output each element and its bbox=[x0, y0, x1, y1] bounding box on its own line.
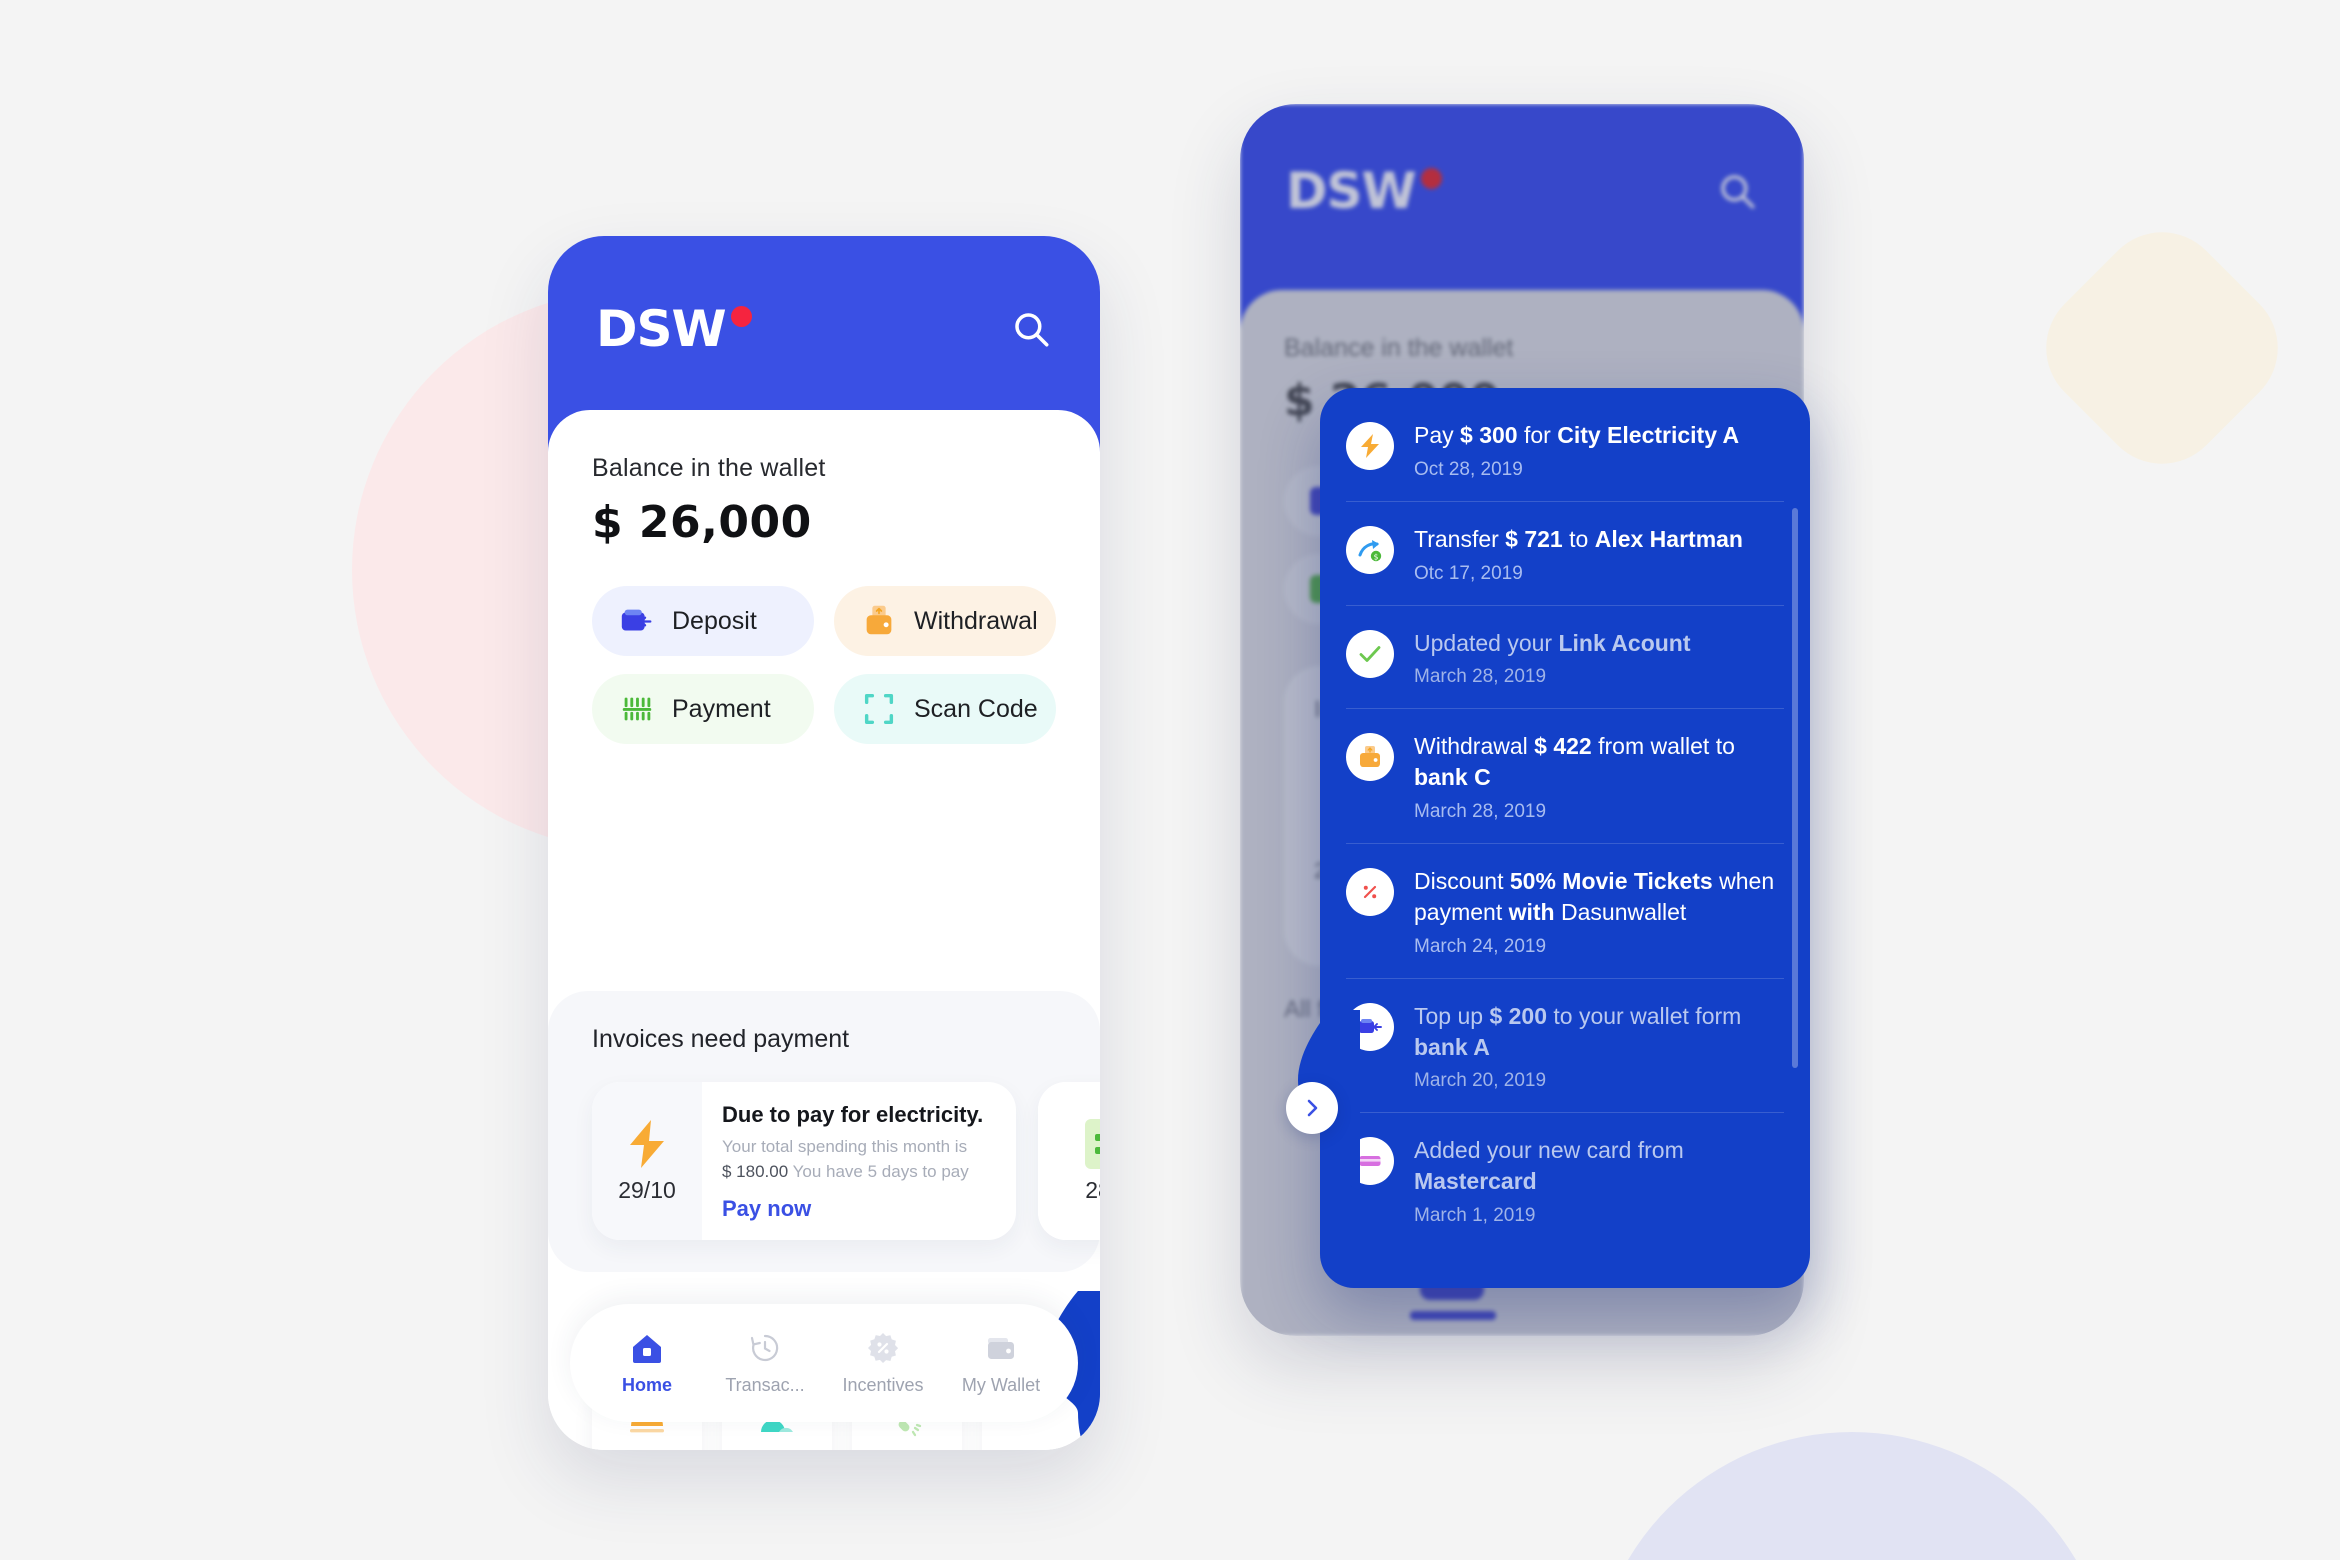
decor-cream-diamond bbox=[2020, 206, 2304, 490]
notification-title: Updated your Link Acount bbox=[1414, 629, 1691, 656]
invoices-rail[interactable]: 29/10 Due to pay for electricity. Your t… bbox=[592, 1082, 1100, 1240]
action-scan-code[interactable]: Scan Code bbox=[834, 674, 1056, 744]
notification-date: March 28, 2019 bbox=[1414, 666, 1547, 688]
notification-title: Transfer $ 721 to Alex Hartman bbox=[1414, 525, 1743, 552]
notification-row[interactable]: $ Transfer $ 721 to Alex Hartman Otc 17, 2… bbox=[1346, 502, 1784, 606]
notification-scrollbar[interactable] bbox=[1792, 508, 1798, 1068]
notification-text: Pay $ 300 for City Electricity A Oct 28, … bbox=[1414, 420, 1784, 481]
nav-label: Incentives bbox=[842, 1374, 924, 1395]
notification-text: Added your new card from Mastercard March… bbox=[1414, 1135, 1784, 1227]
wallet-out-icon bbox=[1346, 733, 1394, 782]
action-withdrawal-label: Withdrawal bbox=[914, 606, 1038, 635]
nav-label: Home bbox=[621, 1374, 672, 1395]
notification-title: Added your new card from Mastercard bbox=[1414, 1137, 1684, 1195]
nav-item-home[interactable]: Home bbox=[595, 1331, 699, 1396]
action-payment-label: Payment bbox=[672, 694, 771, 723]
notification-date: March 24, 2019 bbox=[1414, 935, 1547, 957]
invoice-card-icon-column: 28 bbox=[1038, 1082, 1100, 1240]
history-icon bbox=[750, 1334, 779, 1361]
lightning-icon bbox=[1346, 422, 1394, 470]
notification-title: Discount 50% Movie Tickets when payment … bbox=[1414, 868, 1775, 925]
notification-date: March 20, 2019 bbox=[1414, 1070, 1547, 1092]
discount-icon bbox=[1346, 868, 1394, 917]
notification-text: Discount 50% Movie Tickets when payment … bbox=[1414, 866, 1784, 958]
wallet-out-icon bbox=[866, 605, 892, 635]
notification-row[interactable]: Updated your Link Acount March 28, 2019 bbox=[1346, 606, 1784, 710]
phone-left: DSW Balance in the wallet $ 26,000 Depos… bbox=[548, 236, 1100, 1450]
notification-text: Updated your Link Acount March 28, 2019 bbox=[1414, 628, 1784, 689]
action-deposit-label: Deposit bbox=[672, 606, 757, 635]
notification-row[interactable]: Top up $ 200 to your wallet form bank A M… bbox=[1346, 979, 1784, 1114]
nav-label: My Wallet bbox=[961, 1374, 1041, 1395]
pay-now-button[interactable]: Pay now bbox=[722, 1196, 983, 1222]
invoice-card-line2: You have 5 days to pay bbox=[792, 1161, 969, 1181]
discount-badge-icon bbox=[868, 1332, 899, 1363]
invoice-card-heading: Due to pay for electricity. bbox=[722, 1102, 984, 1127]
invoice-card-body: Due to pay for electricity. Your total s… bbox=[702, 1082, 1001, 1240]
wallet-icon bbox=[988, 1337, 1014, 1359]
home-icon bbox=[633, 1334, 661, 1363]
nav-item-incentives[interactable]: Incentives bbox=[831, 1331, 935, 1396]
action-scan-code-label: Scan Code bbox=[914, 694, 1038, 723]
notification-date: Oct 28, 2019 bbox=[1414, 458, 1523, 480]
bottom-navigation: Home Transac... Incentives My Wallet bbox=[570, 1304, 1078, 1422]
invoice-card-date: 29/10 bbox=[618, 1176, 676, 1203]
wallet-in-icon bbox=[1346, 1002, 1394, 1051]
notification-panel: Pay $ 300 for City Electricity A Oct 28, … bbox=[1320, 388, 1810, 1288]
invoice-card-icon-column: 29/10 bbox=[592, 1082, 702, 1240]
notification-date: Otc 17, 2019 bbox=[1414, 562, 1523, 584]
action-withdrawal[interactable]: Withdrawal bbox=[834, 586, 1056, 656]
nav-item-transactions[interactable]: Transac... bbox=[713, 1331, 817, 1396]
chevron-right-icon bbox=[1307, 1099, 1318, 1117]
notification-row[interactable]: Pay $ 300 for City Electricity A Oct 28, … bbox=[1346, 398, 1784, 502]
notification-title: Top up $ 200 to your wallet form bank A bbox=[1414, 1002, 1742, 1060]
notification-text: Withdrawal $ 422 from wallet to bank C Ma… bbox=[1414, 731, 1784, 823]
notification-text: Transfer $ 721 to Alex Hartman Otc 17, 20… bbox=[1414, 524, 1784, 585]
notification-title: Withdrawal $ 422 from wallet to bank C bbox=[1414, 733, 1735, 791]
notification-row[interactable]: Added your new card from Mastercard March… bbox=[1346, 1113, 1784, 1247]
invoice-card-line1: Your total spending this month is bbox=[722, 1137, 968, 1156]
invoice-card[interactable]: 28 bbox=[1038, 1082, 1100, 1240]
transfer-icon: $ bbox=[1346, 525, 1394, 574]
nav-label: Transac... bbox=[725, 1374, 805, 1395]
notification-date: March 28, 2019 bbox=[1414, 801, 1547, 823]
notification-list[interactable]: Pay $ 300 for City Electricity A Oct 28, … bbox=[1320, 388, 1810, 1288]
expand-notifications-button[interactable] bbox=[1286, 1082, 1338, 1134]
invoices-panel: Invoices need payment 29/10 Due to pay f… bbox=[548, 991, 1100, 1272]
svg-text:$: $ bbox=[1374, 552, 1379, 561]
canvas: DSW Balance in the wallet $ 26,000 Invo bbox=[0, 0, 2340, 1560]
invoices-title: Invoices need payment bbox=[592, 1025, 850, 1053]
app-logo-text: DSW bbox=[596, 300, 727, 358]
notification-title: Pay $ 300 for City Electricity A bbox=[1414, 422, 1740, 448]
notification-date: March 1, 2019 bbox=[1414, 1204, 1536, 1226]
action-deposit[interactable]: Deposit bbox=[592, 586, 814, 656]
quick-actions: Deposit Withdrawal Payment Scan Code bbox=[592, 586, 1056, 744]
balance-amount: $ 26,000 bbox=[592, 497, 812, 548]
invoice-card-detail: Your total spending this month is $ 180.… bbox=[722, 1135, 983, 1184]
nav-item-my-wallet[interactable]: My Wallet bbox=[949, 1331, 1053, 1396]
search-icon[interactable] bbox=[1010, 308, 1052, 350]
wallet-in-icon bbox=[621, 609, 652, 631]
scan-icon bbox=[864, 693, 894, 725]
notification-row[interactable]: Withdrawal $ 422 from wallet to bank C Ma… bbox=[1346, 709, 1784, 845]
action-payment[interactable]: Payment bbox=[592, 674, 814, 744]
barcode-icon bbox=[622, 697, 652, 721]
logo-dot-icon bbox=[730, 306, 752, 327]
notification-text: Top up $ 200 to your wallet form bank A M… bbox=[1414, 1001, 1784, 1093]
barcode-icon bbox=[1085, 1118, 1100, 1169]
lightning-icon bbox=[630, 1119, 664, 1168]
app-logo: DSW bbox=[596, 304, 752, 354]
balance-label: Balance in the wallet bbox=[592, 454, 826, 482]
invoice-card[interactable]: 29/10 Due to pay for electricity. Your t… bbox=[592, 1082, 1016, 1240]
credit-card-icon bbox=[1346, 1137, 1394, 1186]
invoice-card-date: 28 bbox=[1085, 1176, 1100, 1203]
decor-lavender-circle bbox=[1592, 1432, 2112, 1560]
balance-sheet: Balance in the wallet $ 26,000 Deposit W… bbox=[548, 410, 1100, 744]
notification-row[interactable]: Discount 50% Movie Tickets when payment … bbox=[1346, 844, 1784, 979]
check-icon bbox=[1346, 629, 1394, 678]
invoice-card-amount: $ 180.00 bbox=[722, 1161, 789, 1181]
